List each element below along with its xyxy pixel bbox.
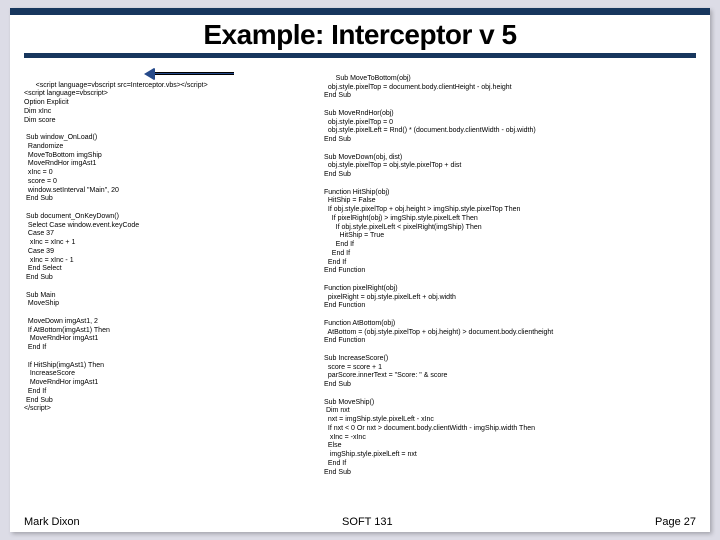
footer-page: Page 27 (655, 516, 696, 528)
code-left-text: <script language=vbscript src=Intercepto… (24, 82, 208, 413)
footer-author: Mark Dixon (24, 516, 80, 528)
arrow-annotation (144, 68, 234, 78)
slide-top-accent (10, 8, 710, 15)
title-underline (24, 53, 696, 58)
slide: Example: Interceptor v 5 <script languag… (10, 8, 710, 532)
code-right-text: Sub MoveToBottom(obj) obj.style.pixelTop… (324, 75, 553, 476)
slide-footer: Mark Dixon SOFT 131 Page 27 (24, 516, 696, 528)
slide-content: <script language=vbscript src=Intercepto… (10, 64, 710, 494)
code-column-right: Sub MoveToBottom(obj) obj.style.pixelTop… (324, 64, 694, 494)
code-column-left: <script language=vbscript src=Intercepto… (24, 64, 324, 494)
footer-course: SOFT 131 (342, 516, 393, 528)
slide-title: Example: Interceptor v 5 (10, 15, 710, 53)
